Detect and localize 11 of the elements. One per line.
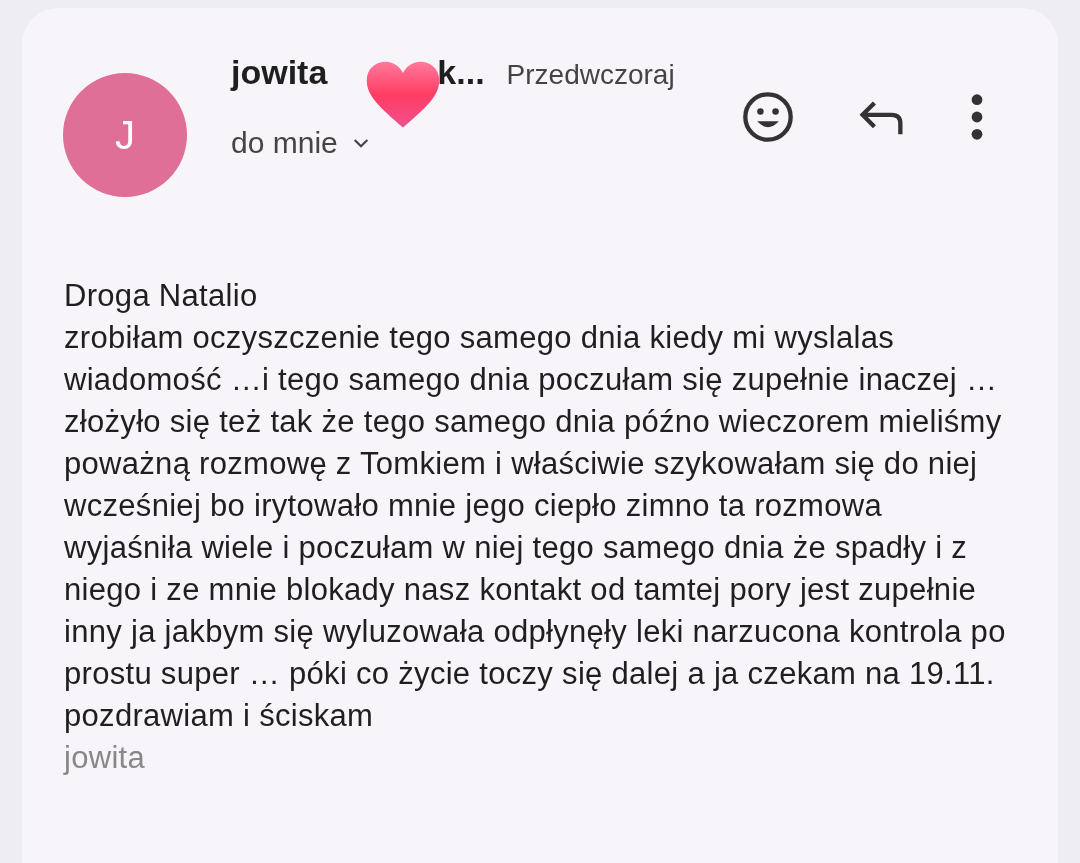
greeting-text: Droga Natalio <box>64 277 259 315</box>
sender-name: k... <box>437 53 485 92</box>
signature-text: jowita <box>64 739 147 777</box>
message-body: zrobiłam oczyszczenie tego samego dnia kiedy mi wyslalas wiadomość …i tego samego dnia poczułam się zupełnie inaczej …złożyło się też tak że tego samego dnia późno wieczorem mieliśmy poważną rozmowę z Tomkiem i właściwie szykowałam się do niej wcześniej bo irytowało mnie jego ciepło zimno ta rozmowa wyjaśniła wiele i poczułam w niej tego samego dnia że spadły i z niego i ze mnie blokady nasz kontakt od tamtej pory jest zupełnie inny ja jakbym się wyluzowała odpłynęły leki narzucona kontrola po prostu super … póki co życie toczy się dalej a ja czekam na 19.11. <box>64 319 1007 693</box>
closing-text: pozdrawiam i ściskam <box>64 697 375 735</box>
sender-name: jowita <box>231 53 328 92</box>
heart-sticker-icon <box>365 61 441 129</box>
emoji-icon[interactable] <box>741 90 795 144</box>
recipient-dropdown[interactable]: do mnie <box>231 127 370 159</box>
message-date: Przedwczoraj <box>506 59 675 91</box>
chevron-down-icon <box>351 137 370 149</box>
